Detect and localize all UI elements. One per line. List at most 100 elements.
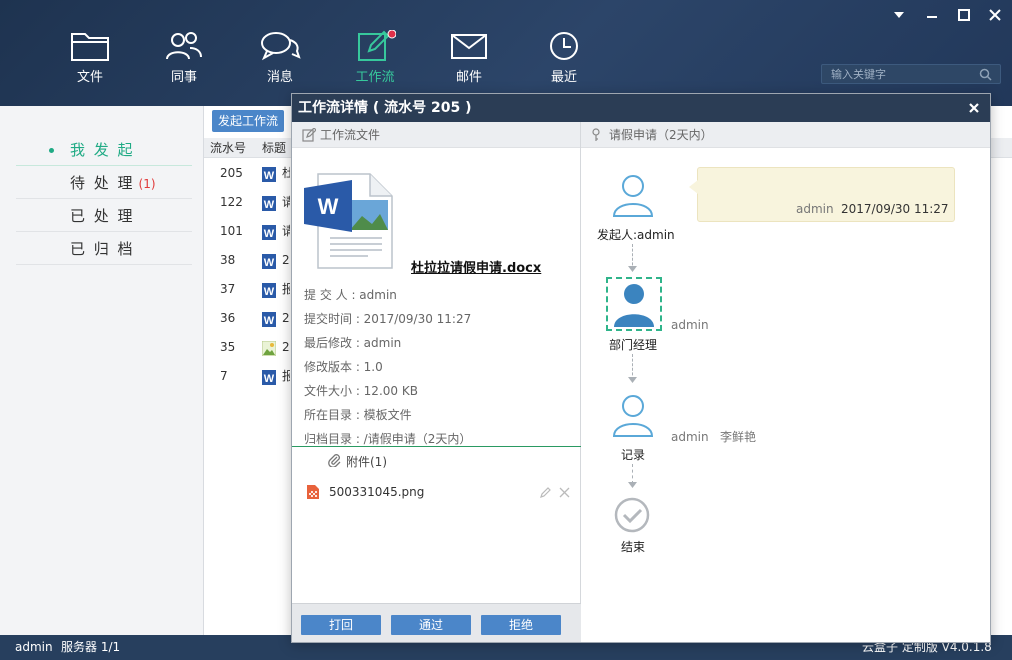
comment-time: 2017/09/30 11:27 — [841, 202, 949, 216]
reject-button[interactable]: 拒绝 — [481, 615, 561, 635]
table-row[interactable]: 37 W 报 — [204, 277, 294, 301]
record-user-icon[interactable] — [611, 392, 655, 438]
current-step-highlight[interactable] — [606, 277, 662, 331]
divider — [292, 446, 581, 447]
menu-button[interactable] — [891, 7, 907, 23]
workflow-detail-dialog: 工作流详情 ( 流水号 205 ) 工作流文件 W 杜拉拉请假申请.docx 提… — [291, 93, 991, 643]
row-number: 101 — [220, 224, 243, 238]
word-file-icon: W — [262, 282, 276, 298]
attachment-item[interactable]: 500331045.png — [306, 484, 571, 502]
document-link[interactable]: 杜拉拉请假申请.docx — [411, 257, 541, 276]
column-header-no[interactable]: 流水号 — [210, 138, 246, 158]
top-toolbar: 文件 同事 消息 工作流 邮件 最近 — [0, 0, 1012, 106]
row-title: 2 — [282, 340, 290, 354]
status-user: admin — [15, 640, 53, 654]
table-row[interactable]: 7 W报 — [204, 364, 294, 388]
nav-label: 邮件 — [455, 70, 482, 85]
meta-last-modified: 最后修改 : admin — [304, 336, 402, 350]
word-file-icon: W — [262, 369, 276, 385]
table-row[interactable]: 35 2 — [204, 335, 294, 359]
nav-messages[interactable]: 消息 — [245, 30, 315, 85]
column-header-title[interactable]: 标题 — [262, 138, 286, 158]
approve-button[interactable]: 通过 — [391, 615, 471, 635]
row-number: 38 — [220, 253, 236, 267]
record-label: 记录 — [621, 448, 646, 462]
table-row[interactable]: 122 W 请 — [204, 190, 294, 214]
nav-workflow[interactable]: 工作流 — [340, 30, 410, 85]
svg-text:W: W — [264, 228, 275, 240]
svg-text:W: W — [264, 170, 275, 182]
svg-text:W: W — [264, 315, 275, 327]
search-icon[interactable] — [979, 68, 992, 81]
pencil-icon[interactable] — [539, 487, 551, 499]
comment-author: admin — [796, 202, 834, 216]
row-number: 205 — [220, 166, 243, 180]
nav-label: 工作流 — [355, 70, 395, 85]
nav-recent[interactable]: 最近 — [529, 30, 599, 85]
manager-label: 部门经理 — [609, 338, 658, 352]
folder-icon — [71, 33, 109, 61]
meta-submitter: 提 交 人 : admin — [304, 288, 397, 302]
status-server: 服务器 1/1 — [61, 640, 121, 654]
sidebar-item-label: 我 发 起 — [70, 141, 135, 159]
meta-directory: 所在目录 : 模板文件 — [304, 408, 412, 422]
row-title: 杜 — [282, 166, 290, 180]
word-document-icon[interactable]: W — [302, 168, 398, 272]
row-title: 请 — [282, 195, 290, 209]
table-row[interactable]: 38 W 2 — [204, 248, 294, 272]
search-input[interactable] — [822, 65, 972, 83]
initiator-user-icon[interactable] — [611, 172, 655, 218]
manager-approver: admin — [671, 318, 709, 332]
row-number: 122 — [220, 195, 243, 209]
attachment-filename[interactable]: 500331045.png — [329, 485, 424, 499]
flow-connector — [632, 464, 633, 484]
minimize-button[interactable] — [924, 7, 940, 23]
clock-icon — [550, 32, 578, 60]
sidebar-item-archived[interactable]: 已 归 档 — [16, 233, 192, 265]
svg-text:W: W — [264, 286, 275, 298]
dialog-title: 工作流详情 ( 流水号 205 ) — [298, 100, 472, 116]
pane-header: 请假申请（2天内） — [581, 122, 990, 148]
meta-version: 修改版本 : 1.0 — [304, 360, 383, 374]
maximize-button[interactable] — [956, 7, 972, 23]
close-window-button[interactable] — [987, 7, 1003, 23]
workflow-edit-icon — [358, 30, 396, 61]
comment-bubble: admin 2017/09/30 11:27 — [689, 167, 955, 222]
nav-files[interactable]: 文件 — [55, 30, 125, 85]
table-row[interactable]: 101 W 请 — [204, 219, 294, 243]
workflow-file-pane: 工作流文件 W 杜拉拉请假申请.docx 提 交 人 : admin 提交时间 … — [292, 122, 581, 642]
colleagues-icon — [166, 32, 202, 60]
manager-user-icon — [614, 284, 654, 327]
nav-label: 最近 — [550, 70, 577, 85]
approval-flow-pane: 请假申请（2天内） 发起人:admin admin 2017/09/30 11:… — [581, 122, 990, 642]
pending-count-badge: (1) — [138, 177, 156, 191]
reject-back-button[interactable]: 打回 — [301, 615, 381, 635]
nav-colleagues[interactable]: 同事 — [149, 30, 219, 85]
record-members: admin 李鲜艳 — [671, 430, 757, 444]
nav-mail[interactable]: 邮件 — [434, 30, 504, 85]
flow-arrow-icon — [628, 482, 637, 488]
paperclip-icon — [328, 454, 341, 467]
chevron-down-icon — [894, 12, 904, 18]
table-row[interactable]: 205 W 杜 — [204, 161, 294, 185]
active-dot — [49, 148, 54, 153]
svg-text:W: W — [318, 194, 339, 219]
meta-archive-directory: 归档目录 : /请假申请（2天内） — [304, 432, 472, 446]
close-icon[interactable] — [966, 100, 982, 116]
sidebar-item-label: 已 归 档 — [70, 240, 135, 258]
word-file-icon: W — [262, 224, 276, 240]
row-number: 7 — [220, 369, 228, 383]
sidebar-item-initiated[interactable]: 我 发 起 — [16, 134, 192, 166]
check-circle-icon — [614, 497, 650, 533]
meta-size: 文件大小 : 12.00 KB — [304, 384, 418, 398]
flow-arrow-icon — [628, 266, 637, 272]
pane-title: 请假申请（2天内） — [609, 128, 713, 142]
delete-icon[interactable] — [558, 486, 571, 499]
start-workflow-button[interactable]: 发起工作流 — [212, 110, 284, 132]
sidebar-item-pending[interactable]: 待 处 理 (1) — [16, 167, 192, 199]
sidebar-item-processed[interactable]: 已 处 理 — [16, 200, 192, 232]
edit-icon — [302, 128, 316, 142]
word-file-icon: W — [262, 253, 276, 269]
table-row[interactable]: 36 W 2 — [204, 306, 294, 330]
word-file-icon: W — [262, 166, 276, 182]
